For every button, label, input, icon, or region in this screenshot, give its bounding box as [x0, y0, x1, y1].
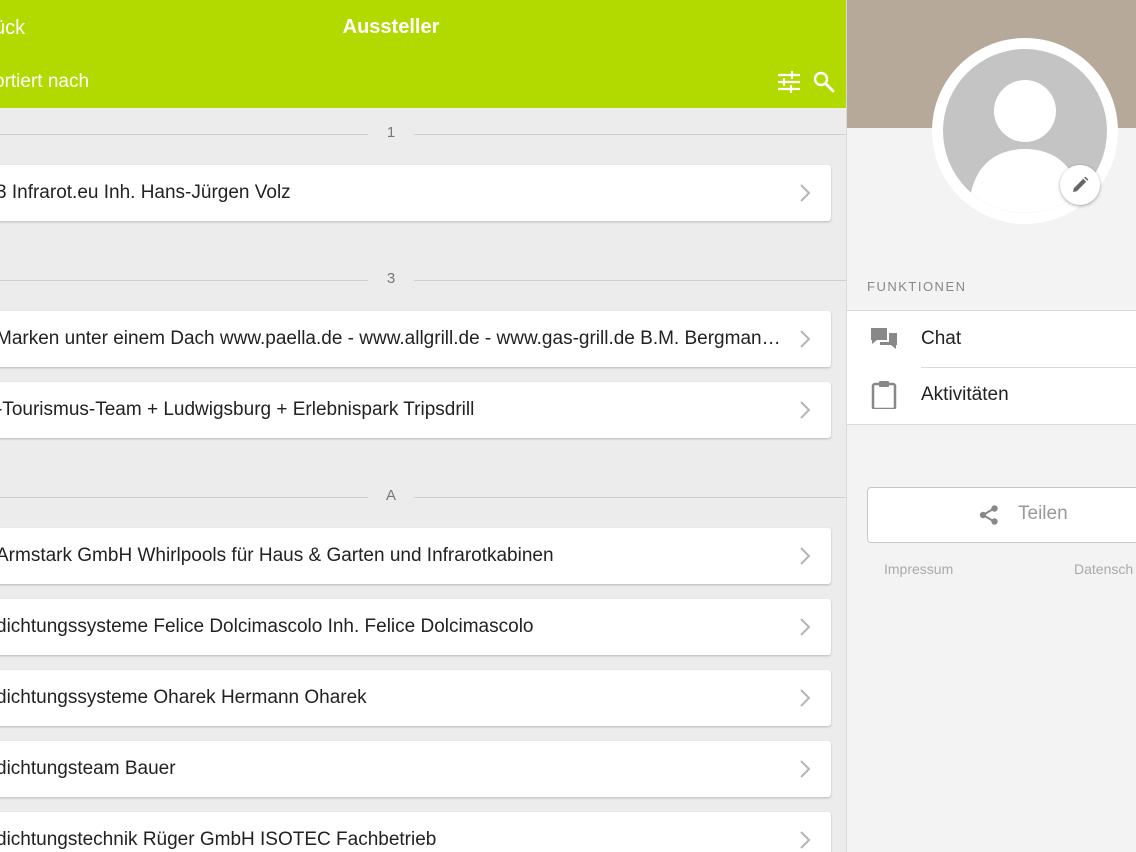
chevron-right-icon	[800, 760, 811, 778]
functions-list: Chat Aktivitäten	[847, 310, 1136, 425]
search-icon[interactable]	[812, 70, 836, 94]
section-letter: 3	[386, 270, 396, 287]
profile-sidebar: FUNKTIONEN Chat Aktivitäten Teilen Impre…	[846, 0, 1136, 852]
tune-icon[interactable]	[776, 70, 802, 94]
section-letter: 1	[386, 124, 396, 141]
exhibitor-row[interactable]: dichtungssysteme Oharek Hermann Oharek	[0, 670, 831, 726]
share-icon	[979, 505, 998, 525]
exhibitor-name: 3 Infrarot.eu Inh. Hans-Jürgen Volz	[0, 182, 291, 203]
divider	[0, 134, 368, 135]
exhibitor-name: dichtungssysteme Oharek Hermann Oharek	[0, 687, 367, 708]
top-bar: ück Aussteller ortiert nach	[0, 0, 846, 108]
function-label: Aktivitäten	[921, 384, 1009, 405]
page-title: Aussteller	[342, 16, 440, 38]
exhibitor-name: Marken unter einem Dach www.paella.de - …	[0, 328, 783, 349]
chat-icon	[869, 325, 899, 353]
divider	[414, 280, 846, 281]
sort-button[interactable]: ortiert nach	[0, 71, 89, 93]
exhibitor-list-panel: ück Aussteller ortiert nach 13 Infrar	[0, 0, 846, 852]
clipboard-icon	[869, 381, 899, 411]
exhibitor-row[interactable]: -Tourismus-Team + Ludwigsburg + Erlebnis…	[0, 382, 831, 438]
exhibitor-row[interactable]: dichtungsteam Bauer	[0, 741, 831, 797]
exhibitor-row[interactable]: dichtungssysteme Felice Dolcimascolo Inh…	[0, 599, 831, 655]
section-letter: A	[385, 487, 396, 504]
exhibitor-name: dichtungssysteme Felice Dolcimascolo Inh…	[0, 616, 534, 637]
divider	[0, 280, 368, 281]
edit-avatar-button[interactable]	[1060, 165, 1100, 205]
datenschutz-link[interactable]: Datensch	[1074, 561, 1133, 577]
chevron-right-icon	[800, 184, 811, 202]
exhibitor-name: -Tourismus-Team + Ludwigsburg + Erlebnis…	[0, 399, 475, 420]
exhibitor-row[interactable]: 3 Infrarot.eu Inh. Hans-Jürgen Volz	[0, 165, 831, 221]
share-button[interactable]: Teilen	[867, 487, 1136, 543]
section-header: A	[0, 482, 846, 512]
exhibitor-name: Armstark GmbH Whirlpools für Haus & Gart…	[0, 545, 554, 566]
exhibitor-row[interactable]: Armstark GmbH Whirlpools für Haus & Gart…	[0, 528, 831, 584]
exhibitor-row[interactable]: Marken unter einem Dach www.paella.de - …	[0, 311, 831, 367]
function-aktivitaeten[interactable]: Aktivitäten	[847, 367, 1136, 423]
pencil-icon	[1073, 176, 1089, 192]
share-label: Teilen	[1018, 503, 1068, 524]
section-header: 1	[0, 119, 846, 149]
chevron-right-icon	[800, 401, 811, 419]
chevron-right-icon	[800, 618, 811, 636]
chevron-right-icon	[800, 547, 811, 565]
exhibitor-name: dichtungstechnik Rüger GmbH ISOTEC Fachb…	[0, 829, 437, 850]
exhibitor-name: dichtungsteam Bauer	[0, 758, 176, 779]
chevron-right-icon	[800, 831, 811, 849]
chevron-right-icon	[800, 689, 811, 707]
section-header: 3	[0, 265, 846, 295]
functions-header: FUNKTIONEN	[867, 279, 967, 294]
divider	[414, 134, 846, 135]
function-label: Chat	[921, 328, 962, 349]
function-chat[interactable]: Chat	[847, 311, 1136, 367]
divider	[0, 497, 368, 498]
exhibitor-list: 1 3 Infrarot.eu Inh. Hans-Jürgen Volz 3 Mar…	[0, 108, 846, 852]
divider	[414, 497, 846, 498]
chevron-right-icon	[800, 330, 811, 348]
impressum-link[interactable]: Impressum	[884, 561, 953, 577]
exhibitor-row[interactable]: dichtungstechnik Rüger GmbH ISOTEC Fachb…	[0, 812, 831, 852]
